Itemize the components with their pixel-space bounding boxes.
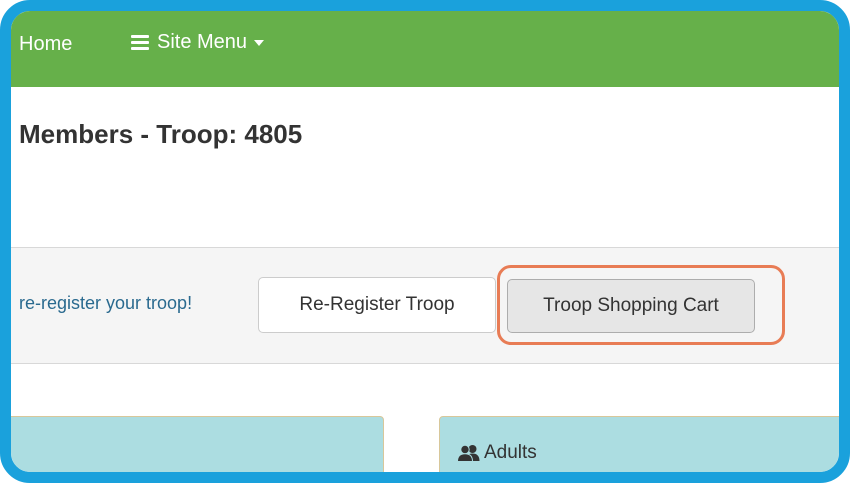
navbar: Home Site Menu [11,11,839,87]
reregister-link[interactable]: re-register your troop! [19,293,192,314]
reregister-troop-button[interactable]: Re-Register Troop [258,277,496,333]
page-title: Members - Troop: 4805 [19,119,303,149]
troop-shopping-cart-button[interactable]: Troop Shopping Cart [507,279,755,333]
site-menu-label: Site Menu [157,31,248,53]
site-menu-dropdown[interactable]: Site Menu [131,31,265,54]
reregister-banner: re-register your troop! Re-Register Troo… [11,247,839,364]
screenshot-frame: Home Site Menu Members - Troop: 4805 re-… [0,0,850,483]
nav-home-link[interactable]: Home [19,33,72,56]
users-icon [457,444,480,462]
youth-panel [11,416,384,472]
caret-down-icon [254,39,265,46]
hamburger-icon [131,35,149,50]
adults-panel: Adults [439,416,839,472]
adults-heading-label: Adults [484,442,537,463]
adults-panel-heading[interactable]: Adults [457,442,537,464]
